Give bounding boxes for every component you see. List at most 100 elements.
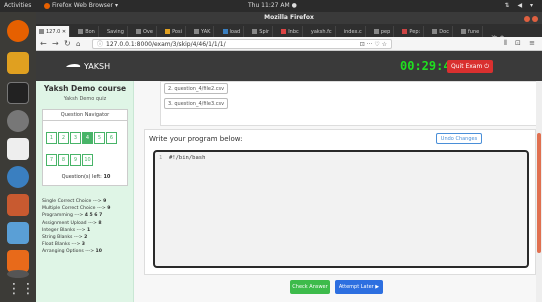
browser-tab[interactable]: 127.0 ✕ (36, 26, 71, 37)
browser-tab[interactable]: Posi (162, 26, 186, 37)
os-top-bar: Activities Firefox Web Browser ▾ Thu 11:… (0, 0, 542, 12)
toolbar-icons[interactable]: ⫴ ⊡ ≡ (504, 39, 538, 48)
tab-favicon-icon (194, 29, 200, 34)
browser-tab[interactable]: Doc (429, 26, 453, 37)
app-name: Firefox Web Browser ▾ (52, 2, 118, 9)
bird-logo-icon (64, 63, 82, 70)
question-buttons: 1 2 3 4 5 6 7 8 9 10 (43, 121, 127, 168)
line-number: 1 (159, 155, 163, 161)
app-grid-icon[interactable]: ⋮⋮⋮ (7, 278, 49, 300)
tab-favicon-icon (252, 29, 258, 34)
url-bar[interactable]: ⓘ 127.0.0.1:8000/exam/3/skip/4/46/1/1/1/ … (92, 39, 392, 49)
browser-tab[interactable]: pep (371, 26, 395, 37)
answer-panel: Write your program below: Undo Changes 1… (144, 129, 536, 275)
url-path: :8000/exam/3/skip/4/46/1/1/1/ (134, 41, 226, 48)
tab-favicon-icon (165, 29, 171, 34)
page-actions[interactable]: ⊡ ··· ♡ ☆ (360, 40, 387, 49)
question-button[interactable]: 5 (94, 132, 105, 144)
type-row: Assignment Upload ---> 8 (42, 220, 102, 226)
terminal-dock-icon[interactable] (7, 82, 29, 104)
code-editor[interactable]: 1 #!/bin/bash (153, 150, 529, 268)
browser-tab[interactable]: Inbc (278, 26, 303, 37)
browser-tab[interactable]: Ove (133, 26, 157, 37)
question-button[interactable]: 10 (82, 154, 93, 166)
browser-tab[interactable]: load (220, 26, 245, 37)
forward-arrow-icon[interactable]: → (52, 39, 59, 49)
file-link[interactable]: 2. question_4/file2.csv (164, 83, 229, 94)
dock: ⋮⋮⋮ (0, 12, 49, 302)
file-link[interactable]: 3. question_4/file3.csv (164, 98, 229, 109)
navigator-title: Question Navigator (43, 110, 127, 121)
browser-tab[interactable]: fune (458, 26, 484, 37)
url-host: 127.0.0.1 (106, 41, 135, 48)
browser-tab[interactable]: index.c (341, 26, 366, 37)
code-line: #!/bin/bash (169, 155, 206, 161)
scrollbar-thumb[interactable] (537, 133, 541, 253)
questions-left: Question(s) left: 10 (61, 174, 111, 180)
question-type-legend: Single Correct Choice ---> 9 Multiple Co… (42, 198, 110, 256)
tab-favicon-icon (78, 29, 84, 34)
type-row: Integer Blanks ---> 1 (42, 227, 91, 233)
question-button[interactable]: 9 (70, 154, 81, 166)
browser-tab[interactable]: yaksh.fc (308, 26, 336, 37)
yaksh-logo[interactable]: YAKSH (64, 62, 110, 71)
file-list: 2. question_4/file2.csv 3. question_4/fi… (160, 81, 538, 126)
browser-tab[interactable]: Saving (104, 26, 128, 37)
clock[interactable]: Thu 11:27 AM ● (248, 0, 297, 12)
browser-tab[interactable]: Spir (249, 26, 274, 37)
question-button[interactable]: 2 (58, 132, 69, 144)
question-button[interactable]: 1 (46, 132, 57, 144)
system-tray[interactable]: ⇅ ◀ ▾ (505, 0, 536, 12)
type-row: Arranging Options ---> 10 (42, 249, 102, 255)
check-answer-button[interactable]: Check Answer (290, 280, 330, 294)
files-dock-icon[interactable] (7, 194, 29, 216)
firefox-icon (44, 2, 50, 9)
app-menu[interactable]: Firefox Web Browser ▾ (44, 0, 118, 12)
tab-favicon-icon (461, 29, 467, 34)
browser-dock-icon[interactable] (7, 166, 29, 188)
back-arrow-icon[interactable]: ← (40, 39, 47, 49)
browser-tab[interactable]: Bon (75, 26, 99, 37)
tab-bar: 127.0 ✕ Bon Saving Ove Posi YAK load Spi… (36, 24, 542, 37)
quit-exam-button[interactable]: Quit Exam ⏻ (447, 60, 493, 73)
type-row: String Blanks ---> 2 (42, 235, 88, 241)
tab-favicon-icon (402, 29, 408, 34)
page-scrollbar[interactable] (536, 81, 542, 302)
question-button[interactable]: 7 (46, 154, 57, 166)
disk-dock-icon[interactable] (7, 110, 29, 132)
help-dock-icon[interactable] (7, 270, 29, 278)
home-icon[interactable]: ⌂ (76, 39, 80, 49)
tab-favicon-icon (432, 29, 438, 34)
question-button[interactable]: 6 (106, 132, 117, 144)
question-navigator: Question Navigator 1 2 3 4 5 6 7 8 9 10 Question(… (42, 109, 128, 186)
close-button[interactable] (532, 16, 538, 22)
navigation-bar: ← → ↻ ⌂ ⓘ 127.0.0.1:8000/exam/3/skip/4/46… (36, 37, 542, 51)
question-button[interactable]: 8 (58, 154, 69, 166)
tab-favicon-icon (281, 29, 287, 34)
sublime-dock-icon[interactable] (7, 52, 29, 74)
tab-favicon-icon (373, 29, 379, 34)
type-row: Multiple Correct Choice ---> 9 (42, 206, 111, 212)
page: YAKSH 00:29:41 Quit Exam ⏻ Yaksh Demo co… (36, 51, 542, 302)
site-info-icon[interactable]: ⓘ (97, 41, 103, 48)
undo-changes-button[interactable]: Undo Changes (436, 133, 482, 144)
reload-icon[interactable]: ↻ (64, 39, 71, 49)
activities-button[interactable]: Activities (4, 0, 31, 12)
window-titlebar: Mozilla Firefox (36, 12, 542, 24)
document-dock-icon[interactable] (7, 222, 29, 244)
browser-tab[interactable]: YAK (191, 26, 215, 37)
question-button-current[interactable]: 4 (82, 132, 93, 144)
attempt-later-button[interactable]: Attempt Later ▶ (335, 280, 383, 294)
exam-header: YAKSH 00:29:41 Quit Exam ⏻ (36, 51, 542, 81)
course-name: Yaksh Demo course (43, 84, 127, 93)
browser-tab[interactable]: Pep: (399, 26, 425, 37)
minimize-button[interactable] (524, 16, 530, 22)
quiz-name: Yaksh Demo quiz (63, 96, 107, 102)
question-button[interactable]: 3 (70, 132, 81, 144)
text-editor-dock-icon[interactable] (7, 138, 29, 160)
tab-favicon-icon (39, 29, 44, 34)
software-dock-icon[interactable] (7, 250, 29, 272)
tab-favicon-icon (135, 29, 141, 34)
type-row: Single Correct Choice ---> 9 (42, 199, 107, 204)
firefox-dock-icon[interactable] (7, 20, 29, 42)
